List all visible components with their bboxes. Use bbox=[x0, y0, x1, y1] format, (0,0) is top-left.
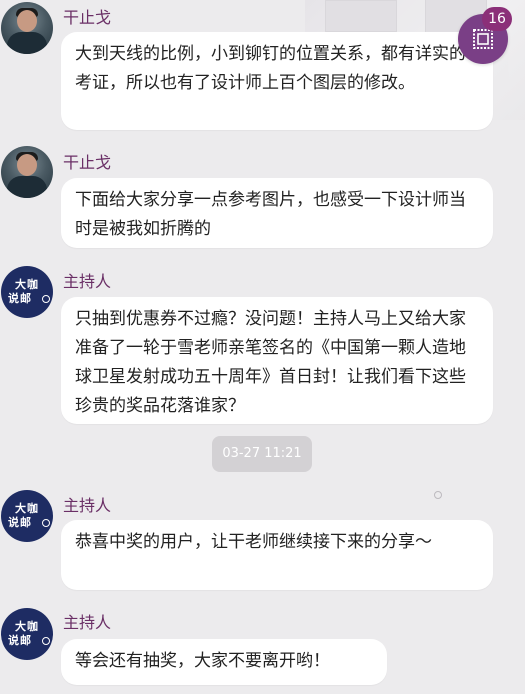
sender-avatar[interactable] bbox=[1, 146, 53, 198]
avatar-body bbox=[7, 176, 47, 198]
sender-avatar[interactable]: 大咖 说邮 bbox=[1, 266, 53, 318]
sender-name: 干止戈 bbox=[63, 8, 112, 27]
message-timestamp: 03-27 11:21 bbox=[212, 436, 312, 472]
sender-name: 主持人 bbox=[63, 613, 112, 632]
sender-name: 主持人 bbox=[63, 496, 112, 515]
avatar-face bbox=[17, 10, 37, 32]
notification-count-badge: 16 bbox=[482, 7, 512, 31]
chat-message-list[interactable]: 干止戈 大到天线的比例，小到铆钉的位置关系，都有详实的考证，所以也有了设计师上百… bbox=[0, 0, 525, 694]
sender-name: 主持人 bbox=[63, 272, 112, 291]
message-bubble: 大到天线的比例，小到铆钉的位置关系，都有详实的考证，所以也有了设计师上百个图层的… bbox=[61, 32, 493, 130]
avatar-logo-mark bbox=[42, 637, 50, 645]
avatar-logo-text: 说邮 bbox=[8, 516, 32, 529]
avatar-body bbox=[7, 32, 47, 54]
message-bubble: 下面给大家分享一点参考图片，也感受一下设计师当时是被我如折腾的 bbox=[61, 178, 493, 248]
sender-avatar[interactable] bbox=[1, 2, 53, 54]
avatar-face bbox=[17, 154, 37, 176]
avatar-logo-text: 大咖 bbox=[15, 620, 39, 633]
decorative-circle bbox=[434, 491, 442, 499]
sender-name: 干止戈 bbox=[63, 153, 112, 172]
message-bubble: 恭喜中奖的用户，让干老师继续接下来的分享～ bbox=[61, 520, 493, 590]
avatar-logo-text: 说邮 bbox=[8, 634, 32, 647]
avatar-logo-text: 大咖 bbox=[15, 502, 39, 515]
avatar-logo-mark bbox=[42, 295, 50, 303]
avatar-logo-text: 说邮 bbox=[8, 292, 32, 305]
sender-avatar[interactable]: 大咖 说邮 bbox=[1, 608, 53, 660]
message-bubble: 只抽到优惠券不过瘾？没问题！主持人马上又给大家准备了一轮于雪老师亲笔签名的《中国… bbox=[61, 297, 493, 424]
sender-avatar[interactable]: 大咖 说邮 bbox=[1, 490, 53, 542]
message-bubble: 等会还有抽奖，大家不要离开哟！ bbox=[61, 639, 387, 685]
avatar-logo-text: 大咖 bbox=[15, 278, 39, 291]
avatar-logo-mark bbox=[42, 519, 50, 527]
